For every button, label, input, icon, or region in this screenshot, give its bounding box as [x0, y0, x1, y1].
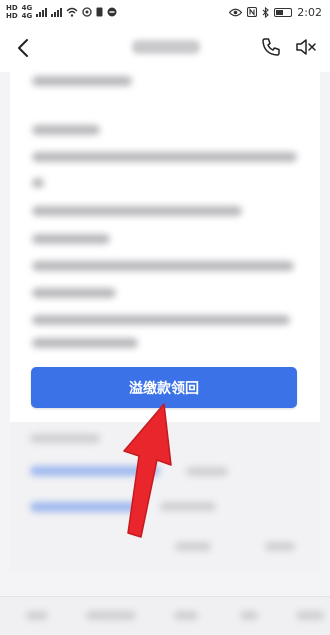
overpayment-refund-button[interactable]: 溢缴款领回: [31, 367, 297, 408]
signal2-icon: [51, 7, 63, 17]
sim2-label: HD: [6, 11, 18, 20]
network-labels: 4G 4G: [21, 3, 33, 20]
blurred-link[interactable]: [186, 467, 228, 476]
status-time: 2:02: [297, 5, 322, 19]
sim-indicators: HD HD: [6, 3, 18, 20]
menu-item[interactable]: [174, 611, 198, 620]
top-nav-bar: [0, 24, 330, 72]
blurred-text: [175, 542, 211, 551]
blurred-text: [32, 178, 44, 188]
blurred-text: [32, 234, 110, 244]
blurred-text: [32, 206, 242, 216]
back-icon[interactable]: [14, 38, 34, 58]
network1-label: 4G: [21, 3, 33, 12]
signal-icon: [36, 7, 48, 17]
nfc-icon: [247, 7, 258, 17]
sim1-label: HD: [6, 3, 18, 12]
blurred-text: [32, 76, 132, 86]
sim-card-icon: [96, 7, 103, 17]
bottom-menu-bar: [0, 596, 330, 635]
mute-icon[interactable]: [295, 37, 317, 57]
blurred-text: [32, 288, 116, 298]
blurred-text: [32, 261, 294, 271]
blurred-text: [32, 315, 290, 325]
blurred-text: [32, 338, 138, 348]
blurred-text: [30, 434, 100, 443]
quick-links-area: [10, 422, 320, 572]
blurred-text: [32, 125, 100, 135]
status-right: 2:02: [229, 6, 322, 19]
network2-label: 4G: [21, 11, 33, 20]
wifi-icon: [66, 7, 78, 17]
menu-item[interactable]: [86, 611, 136, 620]
sync-icon: [82, 7, 92, 17]
battery-icon: [274, 7, 293, 17]
notification-icon: [107, 7, 117, 17]
bluetooth-icon: [262, 6, 270, 18]
page-title: [132, 40, 200, 54]
menu-item[interactable]: [296, 611, 324, 620]
blurred-text: [32, 152, 297, 162]
phone-icon[interactable]: [261, 37, 281, 57]
blurred-link[interactable]: [30, 502, 140, 512]
eye-icon: [229, 8, 243, 16]
blurred-text: [265, 542, 295, 551]
blurred-link[interactable]: [30, 466, 160, 476]
menu-item[interactable]: [240, 611, 258, 620]
menu-item[interactable]: [26, 611, 48, 620]
status-bar: HD HD 4G 4G 2:02: [0, 0, 330, 24]
blurred-link[interactable]: [160, 502, 216, 511]
status-left: HD HD 4G 4G: [6, 3, 117, 20]
